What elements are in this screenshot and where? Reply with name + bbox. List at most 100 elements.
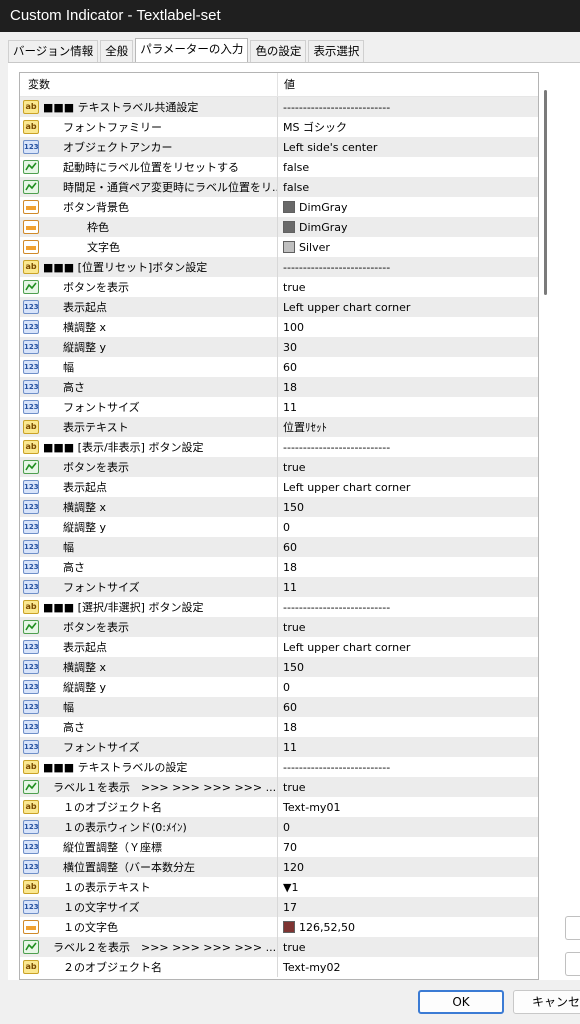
parameter-value-cell[interactable]: true (278, 937, 538, 957)
parameter-row[interactable]: １の文字色 126,52,50 (20, 917, 538, 937)
parameter-value-cell[interactable]: 18 (278, 717, 538, 737)
parameter-value-cell[interactable]: --------------------------- (278, 97, 538, 117)
parameter-value-cell[interactable]: true (278, 457, 538, 477)
parameter-row[interactable]: 123 １の表示ウィンド(0:ﾒｲﾝ) 0 (20, 817, 538, 837)
tab-general[interactable]: 全般 (100, 40, 134, 62)
parameter-value-cell[interactable]: 120 (278, 857, 538, 877)
parameter-row[interactable]: ラベル２を表示 >>> >>> >>> >>> ... true (20, 937, 538, 957)
parameter-value-cell[interactable]: 11 (278, 577, 538, 597)
scrollbar-thumb[interactable] (544, 90, 547, 295)
parameter-row[interactable]: 起動時にラベル位置をリセットする false (20, 157, 538, 177)
tab-colors[interactable]: 色の設定 (250, 40, 307, 62)
parameter-value-cell[interactable]: 17 (278, 897, 538, 917)
parameter-row[interactable]: ab ２のオブジェクト名 Text-my02 (20, 957, 538, 977)
parameter-value-cell[interactable]: Silver (278, 237, 538, 257)
parameter-row[interactable]: 123 フォントサイズ 11 (20, 397, 538, 417)
parameter-row[interactable]: 123 １の文字サイズ 17 (20, 897, 538, 917)
parameter-value-cell[interactable]: --------------------------- (278, 597, 538, 617)
parameter-row[interactable]: 枠色 DimGray (20, 217, 538, 237)
parameter-row[interactable]: 123 表示起点 Left upper chart corner (20, 477, 538, 497)
parameter-value-cell[interactable]: 126,52,50 (278, 917, 538, 937)
parameter-row[interactable]: 123 縦調整 y 30 (20, 337, 538, 357)
parameter-value-cell[interactable]: Text-my02 (278, 957, 538, 977)
parameter-row[interactable]: 123 幅 60 (20, 537, 538, 557)
parameter-value-cell[interactable]: MS ゴシック (278, 117, 538, 137)
parameter-value-cell[interactable]: true (278, 277, 538, 297)
parameter-value-cell[interactable]: --------------------------- (278, 257, 538, 277)
parameter-row[interactable]: 123 幅 60 (20, 697, 538, 717)
parameter-value-cell[interactable]: ▼1 (278, 877, 538, 897)
column-header-value[interactable]: 値 (278, 73, 538, 96)
parameter-value-cell[interactable]: false (278, 177, 538, 197)
parameter-row[interactable]: ab ■■■ テキストラベル共通設定 -----------------------… (20, 97, 538, 117)
parameter-value-cell[interactable]: true (278, 617, 538, 637)
parameter-value-cell[interactable]: Left side's center (278, 137, 538, 157)
parameter-row[interactable]: ボタン背景色 DimGray (20, 197, 538, 217)
parameter-row[interactable]: ラベル１を表示 >>> >>> >>> >>> ... true (20, 777, 538, 797)
parameter-row[interactable]: 123 縦調整 y 0 (20, 677, 538, 697)
parameter-row[interactable]: 123 横位置調整（バー本数分左 120 (20, 857, 538, 877)
parameter-value-cell[interactable]: false (278, 157, 538, 177)
parameter-value-cell[interactable]: 11 (278, 397, 538, 417)
parameter-row[interactable]: 123 縦位置調整（Ｙ座標 70 (20, 837, 538, 857)
parameter-value-cell[interactable]: 0 (278, 817, 538, 837)
parameter-value-cell[interactable]: 0 (278, 677, 538, 697)
parameter-value-cell[interactable]: 30 (278, 337, 538, 357)
parameter-row[interactable]: 123 高さ 18 (20, 717, 538, 737)
parameter-row[interactable]: ab 表示テキスト 位置ﾘｾｯﾄ (20, 417, 538, 437)
parameter-row[interactable]: 123 フォントサイズ 11 (20, 577, 538, 597)
parameter-value-cell[interactable]: 60 (278, 537, 538, 557)
parameter-row[interactable]: ab ■■■ [位置リセット]ボタン設定 ---------------------… (20, 257, 538, 277)
parameter-row[interactable]: ab １のオブジェクト名 Text-my01 (20, 797, 538, 817)
parameter-row[interactable]: 123 オブジェクトアンカー Left side's center (20, 137, 538, 157)
parameter-value-cell[interactable]: 60 (278, 697, 538, 717)
parameter-row[interactable]: 123 高さ 18 (20, 557, 538, 577)
parameter-row[interactable]: 123 フォントサイズ 11 (20, 737, 538, 757)
parameter-value-cell[interactable]: 18 (278, 377, 538, 397)
parameter-row[interactable]: 123 表示起点 Left upper chart corner (20, 297, 538, 317)
parameter-row[interactable]: ab ■■■ テキストラベルの設定 ------------------------… (20, 757, 538, 777)
parameter-row[interactable]: 123 横調整 x 100 (20, 317, 538, 337)
parameter-value-cell[interactable]: 18 (278, 557, 538, 577)
parameter-row[interactable]: ab ■■■ [表示/非表示] ボタン設定 --------------------… (20, 437, 538, 457)
parameter-value-cell[interactable]: Text-my01 (278, 797, 538, 817)
parameter-value-cell[interactable]: DimGray (278, 217, 538, 237)
parameter-value-cell[interactable]: --------------------------- (278, 437, 538, 457)
cancel-button[interactable]: キャンセル (513, 990, 580, 1014)
parameter-row[interactable]: ab フォントファミリー MS ゴシック (20, 117, 538, 137)
vertical-scrollbar[interactable] (540, 72, 550, 980)
parameter-row[interactable]: ボタンを表示 true (20, 277, 538, 297)
parameter-value-cell[interactable]: 100 (278, 317, 538, 337)
parameter-value-cell[interactable]: 150 (278, 497, 538, 517)
parameter-row[interactable]: 文字色 Silver (20, 237, 538, 257)
parameter-value-cell[interactable]: Left upper chart corner (278, 477, 538, 497)
tab-parameters[interactable]: パラメーターの入力 (135, 38, 249, 62)
parameter-row[interactable]: 123 高さ 18 (20, 377, 538, 397)
parameter-value-cell[interactable]: Left upper chart corner (278, 297, 538, 317)
column-header-variable[interactable]: 変数 (20, 73, 278, 96)
parameter-value-cell[interactable]: --------------------------- (278, 757, 538, 777)
save-button-edge[interactable] (565, 952, 580, 976)
load-button-edge[interactable] (565, 916, 580, 940)
parameter-row[interactable]: 123 横調整 x 150 (20, 497, 538, 517)
parameter-value-cell[interactable]: 位置ﾘｾｯﾄ (278, 417, 538, 437)
parameter-row[interactable]: 123 表示起点 Left upper chart corner (20, 637, 538, 657)
parameter-value-cell[interactable]: true (278, 777, 538, 797)
parameter-row[interactable]: ab ■■■ [選択/非選択] ボタン設定 --------------------… (20, 597, 538, 617)
parameter-value-cell[interactable]: 0 (278, 517, 538, 537)
parameter-row[interactable]: ボタンを表示 true (20, 617, 538, 637)
parameter-row[interactable]: 時間足・通貨ペア変更時にラベル位置をリ... false (20, 177, 538, 197)
tab-visualization[interactable]: 表示選択 (308, 40, 365, 62)
tab-version-info[interactable]: バージョン情報 (8, 40, 99, 62)
parameter-value-cell[interactable]: Left upper chart corner (278, 637, 538, 657)
parameter-value-cell[interactable]: 150 (278, 657, 538, 677)
parameter-value-cell[interactable]: 70 (278, 837, 538, 857)
parameter-value-cell[interactable]: 60 (278, 357, 538, 377)
parameter-row[interactable]: 123 幅 60 (20, 357, 538, 377)
parameter-row[interactable]: ab １の表示テキスト ▼1 (20, 877, 538, 897)
parameter-value-cell[interactable]: DimGray (278, 197, 538, 217)
parameter-value-cell[interactable]: 11 (278, 737, 538, 757)
ok-button[interactable]: OK (418, 990, 504, 1014)
parameter-row[interactable]: 123 横調整 x 150 (20, 657, 538, 677)
parameter-row[interactable]: ボタンを表示 true (20, 457, 538, 477)
